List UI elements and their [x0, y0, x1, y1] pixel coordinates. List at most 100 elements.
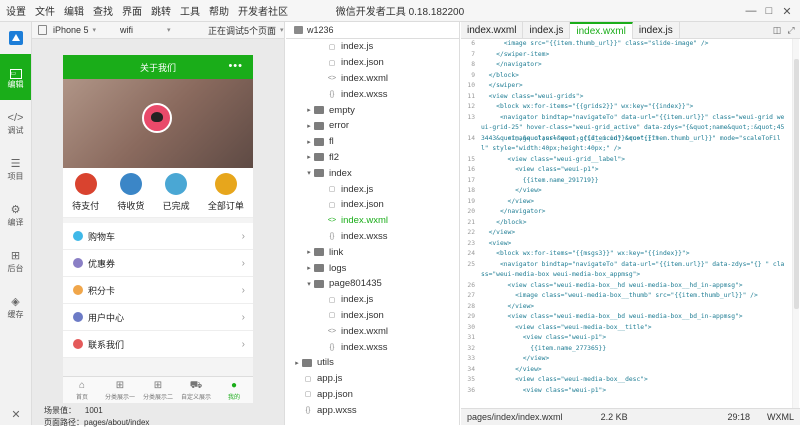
- phone-tab[interactable]: ● 我的: [215, 377, 253, 403]
- file-item[interactable]: {} index.wxss: [286, 339, 459, 355]
- sidebar-item-compile[interactable]: ⚙ 编译: [0, 192, 31, 238]
- line-text: <image src="{{item.thumb_url}}" class="s…: [481, 40, 709, 47]
- chevron-right-icon[interactable]: ▸: [304, 122, 314, 130]
- menu-item[interactable]: 跳转: [151, 3, 171, 18]
- code-line: 18 </view>: [461, 186, 791, 197]
- folder-item[interactable]: ▸ link: [286, 244, 459, 260]
- phone-tab[interactable]: ⊞ 分类展示二: [139, 377, 177, 403]
- file-item[interactable]: <> index.wxml: [286, 213, 459, 229]
- js-file-icon: ▢: [328, 296, 336, 304]
- editor-tab[interactable]: index.js: [523, 21, 571, 39]
- file-item[interactable]: ▢ index.json: [286, 308, 459, 324]
- file-item[interactable]: ▢ index.js: [286, 181, 459, 197]
- file-item[interactable]: {} index.wxss: [286, 229, 459, 245]
- minimize-icon[interactable]: —: [742, 5, 760, 17]
- menu-item[interactable]: 界面: [122, 3, 142, 18]
- order-shortcut[interactable]: 待支付: [72, 173, 99, 212]
- chevron-down-icon[interactable]: ▾: [304, 280, 314, 288]
- scrollbar-thumb[interactable]: [794, 59, 799, 309]
- editor-tab[interactable]: index.wxml: [570, 21, 633, 39]
- sidebar-item-code[interactable]: </> 调试: [0, 100, 31, 146]
- list-item[interactable]: 积分卡 ›: [63, 277, 253, 304]
- collapse-icon[interactable]: ⤢: [784, 25, 798, 36]
- close-icon[interactable]: ✕: [778, 5, 796, 18]
- editor-tab[interactable]: index.js: [633, 21, 680, 39]
- code-area[interactable]: 6 <image src="{{item.thumb_url}}" class=…: [461, 39, 791, 409]
- file-item[interactable]: ▢ app.json: [286, 387, 459, 403]
- list-item[interactable]: 购物车 ›: [63, 223, 253, 250]
- chevron-down-icon[interactable]: ▾: [304, 169, 314, 177]
- folder-item[interactable]: ▾ index: [286, 165, 459, 181]
- file-item[interactable]: ▢ index.json: [286, 197, 459, 213]
- chevron-right-icon[interactable]: ▸: [304, 264, 314, 272]
- sidebar-item-label: 后台: [7, 263, 24, 273]
- tree-item-name: index.json: [341, 199, 384, 211]
- menu-item[interactable]: 编辑: [64, 3, 84, 18]
- file-item[interactable]: ▢ index.js: [286, 39, 459, 55]
- file-item[interactable]: ▢ index.js: [286, 292, 459, 308]
- menu-item[interactable]: 文件: [35, 3, 55, 18]
- chevron-right-icon[interactable]: ▸: [304, 138, 314, 146]
- split-icon[interactable]: ◫: [770, 25, 784, 36]
- chevron-right-icon[interactable]: ▸: [292, 359, 302, 367]
- line-text: </view>: [481, 229, 516, 236]
- chevron-right-icon[interactable]: ▸: [304, 153, 314, 161]
- order-shortcut[interactable]: 全部订单: [208, 173, 244, 212]
- code-line: 28 </view>: [461, 302, 791, 313]
- list-item[interactable]: 优惠券 ›: [63, 250, 253, 277]
- menu-item[interactable]: 设置: [6, 3, 26, 18]
- chevron-right-icon[interactable]: ▸: [304, 248, 314, 256]
- file-item[interactable]: {} app.wxss: [286, 402, 459, 418]
- maximize-icon[interactable]: □: [760, 5, 778, 17]
- avatar[interactable]: [142, 103, 172, 133]
- phone-tab[interactable]: ⊞ 分类展示一: [101, 377, 139, 403]
- menu-item[interactable]: 开发者社区: [238, 3, 288, 18]
- line-number: 6: [471, 40, 475, 47]
- order-icon: [165, 173, 188, 195]
- order-shortcut[interactable]: 待收货: [117, 173, 144, 212]
- file-item[interactable]: {} index.wxss: [286, 86, 459, 102]
- folder-item[interactable]: ▸ utils: [286, 355, 459, 371]
- menu-item[interactable]: 查找: [93, 3, 113, 18]
- code-line: 13 <navigator bindtap="navigateTo" data-…: [461, 113, 791, 142]
- file-item[interactable]: ▢ index.json: [286, 55, 459, 71]
- more-menu-icon[interactable]: •••: [228, 60, 243, 72]
- sidebar-item-backend[interactable]: ⊞ 后台: [0, 238, 31, 284]
- code-line: 14 <image class="weui-grid__icon" src="{…: [461, 134, 791, 155]
- folder-item[interactable]: ▸ empty: [286, 102, 459, 118]
- editor-tab[interactable]: index.wxml: [461, 21, 524, 39]
- folder-item[interactable]: ▸ fl: [286, 134, 459, 150]
- folder-item[interactable]: ▸ logs: [286, 260, 459, 276]
- wxml-file-icon: <>: [327, 217, 337, 225]
- sidebar-item-cache[interactable]: ◈ 缓存: [0, 284, 31, 330]
- file-item[interactable]: ▢ app.js: [286, 371, 459, 387]
- network-select[interactable]: wifi ▾: [120, 25, 208, 35]
- device-select[interactable]: iPhone 5 ▾: [38, 25, 120, 35]
- sidebar-item-edit[interactable]: ▭ 编辑: [0, 54, 31, 100]
- file-item[interactable]: <> index.wxml: [286, 323, 459, 339]
- list-item-icon: [73, 312, 83, 322]
- tree-root[interactable]: w1236: [286, 22, 459, 39]
- order-shortcut[interactable]: 已完成: [163, 173, 190, 212]
- status-language[interactable]: WXML: [767, 412, 794, 422]
- folder-item[interactable]: ▾ page801435: [286, 276, 459, 292]
- close-icon[interactable]: ✕: [0, 408, 32, 421]
- menu-item[interactable]: 工具: [180, 3, 200, 18]
- phone-tab[interactable]: ⌂ 首页: [63, 377, 101, 403]
- window-controls: — □ ✕: [742, 0, 796, 22]
- menu-item[interactable]: 帮助: [209, 3, 229, 18]
- order-shortcuts: 待支付 待收货 已完成 全部订单: [63, 168, 253, 218]
- folder-item[interactable]: ▸ error: [286, 118, 459, 134]
- phone-tab[interactable]: ⛟ 自定义展示: [177, 377, 215, 403]
- debug-status: 正在调试5个页面: [208, 25, 277, 36]
- sidebar-item-menu[interactable]: ☰ 项目: [0, 146, 31, 192]
- chevron-right-icon: ›: [241, 230, 245, 242]
- debug-pages-select[interactable]: 正在调试5个页面 ▾: [208, 24, 284, 37]
- folder-item[interactable]: ▸ fl2: [286, 150, 459, 166]
- list-item[interactable]: 联系我们 ›: [63, 331, 253, 358]
- file-item[interactable]: <> index.wxml: [286, 71, 459, 87]
- editor-scrollbar[interactable]: [792, 39, 799, 409]
- line-text: <view>: [481, 239, 512, 247]
- chevron-right-icon[interactable]: ▸: [304, 106, 314, 114]
- list-item[interactable]: 用户中心 ›: [63, 304, 253, 331]
